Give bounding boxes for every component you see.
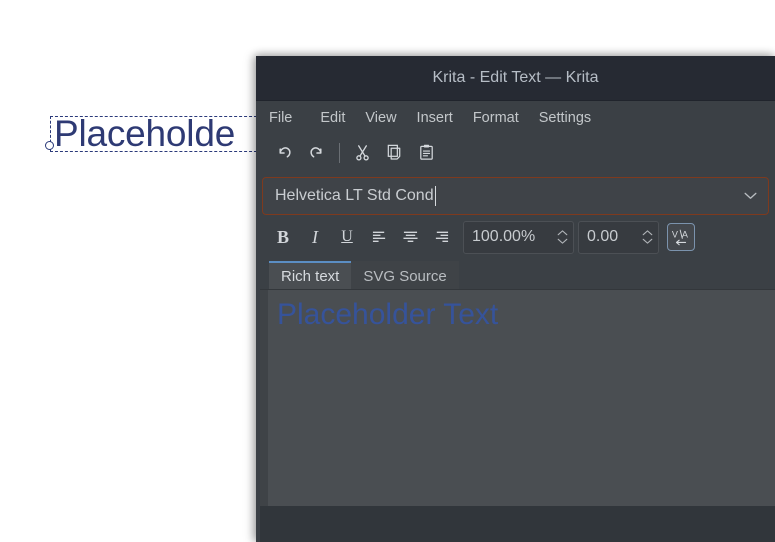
title-bar[interactable]: Krita - Edit Text — Krita [256,56,775,101]
kerning-toggle-button[interactable]: V A [667,223,695,251]
copy-icon [387,144,400,160]
chevron-down-icon[interactable] [742,188,758,204]
redo-button[interactable] [303,140,329,166]
align-center-icon [402,231,418,242]
align-right-button[interactable] [428,224,454,250]
cut-button[interactable] [349,140,375,166]
svg-text:A: A [682,229,689,239]
menu-item-insert[interactable]: Insert [407,106,463,130]
menu-item-settings[interactable]: Settings [529,106,601,130]
svg-text:V: V [672,229,679,239]
cut-icon [355,145,369,161]
align-center-button[interactable] [397,224,423,250]
menu-bar: File Edit View Insert Format Settings [256,101,775,134]
align-left-button[interactable] [366,224,392,250]
font-size-value: 100.00% [472,228,536,245]
toolbar-separator [339,142,340,163]
italic-button[interactable]: I [302,224,328,250]
font-family-combobox[interactable]: Helvetica LT Std Cond [262,177,769,215]
window-left-frame [256,101,260,542]
rich-text-editor[interactable]: Placeholder Text [256,289,775,506]
text-caret [434,186,436,206]
menu-item-edit[interactable]: Edit [310,106,355,130]
align-right-icon [435,231,448,242]
align-left-icon [372,231,385,242]
font-size-stepper[interactable] [551,230,573,244]
window-title: Krita - Edit Text — Krita [432,69,599,86]
chevron-up-icon [557,230,567,236]
chevron-down-icon [557,238,567,244]
editor-text-content: Placeholder Text [277,298,499,331]
editor-tab-bar: Rich text SVG Source [256,259,775,289]
bold-button[interactable]: B [270,224,296,250]
kerning-icon: V A [672,229,689,246]
undo-button[interactable] [271,140,297,166]
menu-item-format[interactable]: Format [463,106,529,130]
redo-icon [309,147,322,158]
menu-item-file[interactable]: File [269,106,302,130]
paste-icon [419,144,433,160]
editor-content-area[interactable]: Placeholder Text [269,290,775,506]
chevron-down-icon [642,238,652,244]
tab-svg-source[interactable]: SVG Source [351,261,459,289]
chevron-up-icon [642,230,652,236]
copy-button[interactable] [381,140,407,166]
font-family-value: Helvetica LT Std Cond [275,187,434,205]
letter-spacing-spinbox[interactable]: 0.00 [578,220,659,254]
format-toolbar: B I U 100.00% 0.00 V A [256,215,775,259]
underline-button[interactable]: U [334,224,360,250]
edit-text-dialog: Krita - Edit Text — Krita File Edit View… [256,56,775,542]
paste-button[interactable] [413,140,439,166]
undo-icon [278,147,291,158]
rotate-origin-handle-icon[interactable] [45,141,54,150]
edit-toolbar [256,134,775,171]
letter-spacing-stepper[interactable] [636,230,658,244]
font-size-spinbox[interactable]: 100.00% [463,220,574,254]
font-family-row: Helvetica LT Std Cond [256,171,775,215]
canvas-text-shape[interactable]: Placeholde [45,113,262,154]
tab-rich-text[interactable]: Rich text [269,261,352,289]
letter-spacing-value: 0.00 [587,228,619,245]
menu-item-view[interactable]: View [355,106,406,130]
canvas-text-label: Placeholde [54,113,236,154]
